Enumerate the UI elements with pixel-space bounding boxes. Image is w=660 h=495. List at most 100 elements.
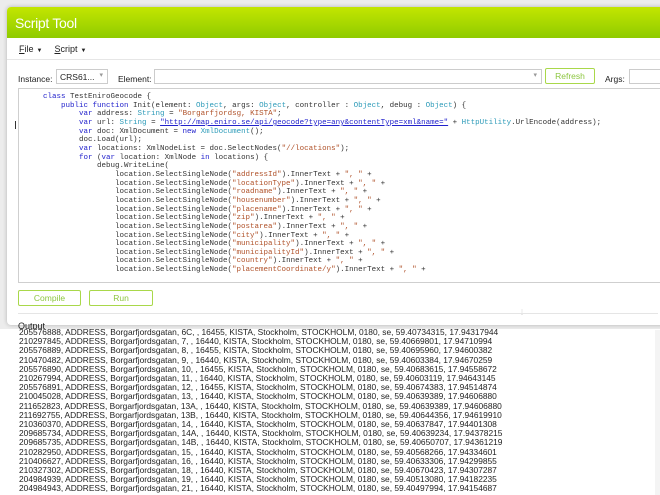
code-token: var bbox=[79, 144, 93, 153]
code-token: location.SelectSingleNode( bbox=[25, 214, 233, 223]
menu-file-label: File bbox=[19, 44, 34, 54]
code-line: location.SelectSingleNode("country").Inn… bbox=[25, 257, 601, 266]
code-token: = bbox=[164, 110, 179, 119]
code-token: ", " bbox=[353, 196, 372, 205]
code-editor[interactable]: class TestEniroGeocode { public function… bbox=[18, 88, 660, 283]
code-token: locations) { bbox=[209, 153, 269, 162]
args-input[interactable] bbox=[629, 69, 660, 84]
code-token: location.SelectSingleNode( bbox=[25, 257, 233, 266]
code-token: url: bbox=[92, 118, 120, 127]
code-token: "municipalityId" bbox=[232, 248, 305, 257]
code-token: "zip" bbox=[232, 214, 255, 223]
code-token: ", " bbox=[358, 240, 377, 249]
code-token: location.SelectSingleNode( bbox=[25, 205, 233, 214]
code-line: location.SelectSingleNode("roadname").In… bbox=[25, 188, 601, 197]
output-rows: 205576888, ADDRESS, Borgarfjordsgatan, 6… bbox=[19, 329, 502, 495]
code-token: ).InnerText + bbox=[259, 231, 323, 240]
code-line: public function Init(element: Object, ar… bbox=[25, 102, 601, 111]
code-token: ).InnerText + bbox=[290, 196, 354, 205]
toolbar: Instance: CRS61... ▾ Element: ▾ Refresh A… bbox=[7, 67, 660, 89]
code-token: var bbox=[79, 118, 93, 127]
code-token: var bbox=[79, 127, 93, 136]
code-token: location.SelectSingleNode( bbox=[25, 188, 233, 197]
code-token: + bbox=[376, 240, 386, 249]
compile-button[interactable]: Compile bbox=[18, 290, 81, 306]
code-token: ", " bbox=[340, 188, 359, 197]
code-token: ).InnerText + bbox=[335, 266, 399, 275]
code-line: location.SelectSingleNode("housenumber")… bbox=[25, 197, 601, 206]
element-select[interactable]: ▾ bbox=[154, 69, 542, 84]
output-panel: 205576888, ADDRESS, Borgarfjordsgatan, 6… bbox=[0, 329, 660, 495]
code-token: ); bbox=[340, 144, 350, 153]
code-token: ", " bbox=[398, 266, 417, 275]
code-token: + bbox=[358, 188, 368, 197]
code-token: TestEniroGeocode { bbox=[65, 93, 152, 101]
code-token: Object bbox=[425, 101, 453, 110]
code-token: new bbox=[182, 127, 197, 136]
menu-script-label: Script bbox=[54, 44, 78, 54]
code-token: ", " bbox=[340, 222, 359, 231]
menu-bar: File ▼ Script ▼ bbox=[7, 38, 660, 60]
code-token: var bbox=[101, 153, 116, 162]
code-token: Object bbox=[353, 101, 381, 110]
code-token: ", " bbox=[344, 170, 363, 179]
code-token: for bbox=[79, 153, 93, 162]
code-token: ", " bbox=[335, 257, 354, 266]
code-token: "municipality" bbox=[232, 240, 296, 249]
splitter-grip-icon[interactable]: ⋮ bbox=[519, 309, 525, 316]
code-token: HttpUtility bbox=[461, 118, 512, 127]
code-token: var bbox=[79, 110, 93, 119]
code-line: location.SelectSingleNode("postarea").In… bbox=[25, 223, 601, 232]
code-token: "locationType" bbox=[232, 179, 296, 188]
refresh-button[interactable]: Refresh bbox=[545, 68, 595, 84]
code-token: + bbox=[362, 205, 372, 214]
code-token: doc.Load(url); bbox=[25, 136, 143, 145]
code-token: , debug : bbox=[380, 101, 426, 110]
code-token: ).InnerText + bbox=[277, 222, 341, 231]
instance-select[interactable]: CRS61... ▾ bbox=[56, 69, 108, 84]
code-line: location.SelectSingleNode("locationType"… bbox=[25, 180, 601, 189]
caret-down-icon: ▼ bbox=[36, 48, 43, 54]
code-content: class TestEniroGeocode { public function… bbox=[25, 93, 601, 275]
caret-down-icon: ▼ bbox=[80, 48, 87, 54]
code-token: address: bbox=[92, 110, 138, 119]
menu-script[interactable]: Script ▼ bbox=[54, 44, 86, 59]
code-line: location.SelectSingleNode("municipality"… bbox=[25, 240, 601, 249]
window-title: Script Tool bbox=[7, 7, 660, 38]
script-tool-window: Script Tool File ▼ Script ▼ Instance: CRS6… bbox=[7, 7, 660, 325]
code-token: doc: XmlDocument = bbox=[92, 127, 183, 136]
code-token: "housenumber" bbox=[232, 196, 291, 205]
code-token: + bbox=[416, 266, 426, 275]
code-token: ", " bbox=[317, 214, 336, 223]
code-token: "http://map.eniro.se/api/geocode?type=an… bbox=[160, 118, 449, 127]
code-token: XmlDocument bbox=[200, 127, 251, 136]
code-token: ", " bbox=[344, 205, 363, 214]
code-token: "addressId" bbox=[232, 170, 282, 179]
code-token: location.SelectSingleNode( bbox=[25, 196, 233, 205]
code-line: var url: String = "http://map.eniro.se/a… bbox=[25, 119, 601, 128]
code-token: locations: XmlNodeList = doc.SelectNodes… bbox=[92, 144, 282, 153]
code-line: class TestEniroGeocode { bbox=[25, 93, 601, 102]
code-token: String bbox=[119, 118, 147, 127]
code-token: location.SelectSingleNode( bbox=[25, 179, 233, 188]
code-line: doc.Load(url); bbox=[25, 136, 601, 145]
code-token: "//locations" bbox=[281, 144, 341, 153]
code-token: , controller : bbox=[286, 101, 354, 110]
code-token: , args: bbox=[223, 101, 260, 110]
code-token: public function bbox=[61, 101, 129, 110]
code-token: in bbox=[200, 153, 210, 162]
code-token: .UrlEncode(address); bbox=[511, 118, 602, 127]
run-button[interactable]: Run bbox=[89, 290, 153, 306]
code-line: location.SelectSingleNode("zip").InnerTe… bbox=[25, 214, 601, 223]
code-token: "city" bbox=[232, 231, 260, 240]
code-token: + bbox=[376, 179, 386, 188]
code-token: + bbox=[335, 214, 345, 223]
instance-label: Instance: bbox=[18, 74, 53, 84]
element-label: Element: bbox=[118, 74, 152, 84]
code-token: location.SelectSingleNode( bbox=[25, 266, 233, 275]
splitter[interactable] bbox=[18, 313, 658, 314]
output-scrollbar[interactable] bbox=[655, 330, 660, 495]
menu-file[interactable]: File ▼ bbox=[19, 44, 42, 59]
